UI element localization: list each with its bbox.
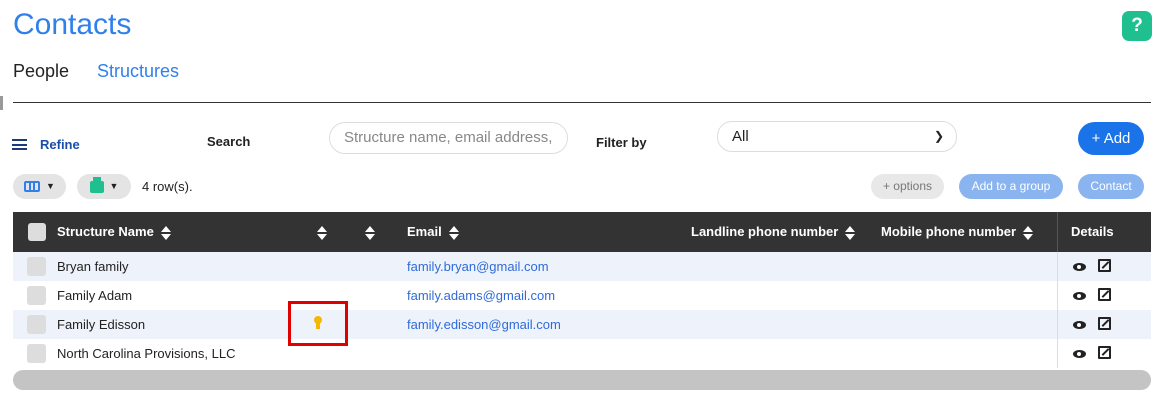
search-input[interactable]: Structure name, email address, [329,122,568,154]
row-checkbox[interactable] [27,315,46,334]
horizontal-scrollbar[interactable] [13,370,1151,390]
edit-icon[interactable] [1098,317,1111,330]
column-divider [1057,281,1058,310]
select-all-checkbox[interactable] [28,223,46,241]
sort-icon[interactable] [844,225,856,240]
column-divider [1057,339,1058,368]
add-button[interactable]: + Add [1078,122,1144,155]
eye-icon[interactable] [1073,321,1086,329]
structure-name[interactable]: Bryan family [57,252,129,281]
eye-icon[interactable] [1073,292,1086,300]
menu-icon[interactable] [12,139,27,150]
page-title: Contacts [13,8,132,41]
row-checkbox[interactable] [27,286,46,305]
table-row[interactable]: North Carolina Provisions, LLC [13,339,1151,368]
sort-icon[interactable] [448,225,460,240]
tab-structures[interactable]: Structures [97,61,179,82]
column-header-sort-3[interactable] [358,212,376,252]
email-link[interactable]: family.adams@gmail.com [407,281,555,310]
row-checkbox[interactable] [27,344,46,363]
row-count: 4 row(s). [142,179,193,194]
filter-select[interactable]: All ❯ [717,121,957,152]
column-header-landline[interactable]: Landline phone number [691,212,856,252]
printer-icon [89,176,104,193]
sort-icon[interactable] [1022,225,1034,240]
resize-handle[interactable] [0,96,3,110]
caret-down-icon: ▼ [46,181,55,191]
table-row[interactable]: Family Edisson family.edisson@gmail.com [13,310,1151,339]
column-divider [1057,310,1058,339]
filter-label: Filter by [596,135,647,150]
filter-value: All [732,128,749,145]
highlight-box [288,301,348,346]
divider [13,102,1151,103]
edit-icon[interactable] [1098,288,1111,301]
table-row[interactable]: Family Adam family.adams@gmail.com [13,281,1151,310]
columns-button[interactable]: ▼ [13,174,66,199]
help-button[interactable]: ? [1122,11,1152,41]
chevron-down-icon: ❯ [933,129,944,143]
tab-people[interactable]: People [13,61,69,82]
structure-name[interactable]: Family Edisson [57,310,145,339]
email-link[interactable]: family.bryan@gmail.com [407,252,549,281]
edit-icon[interactable] [1098,259,1111,272]
column-divider [1057,212,1058,252]
column-header-sort-2[interactable] [310,212,328,252]
column-header-name[interactable]: Structure Name [57,212,172,252]
column-header-email[interactable]: Email [407,212,460,252]
eye-icon[interactable] [1073,263,1086,271]
edit-icon[interactable] [1098,346,1111,359]
row-checkbox[interactable] [27,257,46,276]
email-link[interactable]: family.edisson@gmail.com [407,310,561,339]
structure-name[interactable]: Family Adam [57,281,132,310]
options-button[interactable]: + options [871,174,944,199]
print-button[interactable]: ▼ [77,174,131,199]
refine-button[interactable]: Refine [40,137,80,152]
eye-icon[interactable] [1073,350,1086,358]
structure-name[interactable]: North Carolina Provisions, LLC [57,339,235,368]
columns-icon [24,181,41,193]
sort-icon[interactable] [364,225,376,240]
add-to-group-button[interactable]: Add to a group [959,174,1063,199]
sort-icon[interactable] [316,225,328,240]
column-header-details: Details [1071,224,1114,239]
contact-button[interactable]: Contact [1078,174,1144,199]
search-label: Search [207,134,251,149]
table-row[interactable]: Bryan family family.bryan@gmail.com [13,252,1151,281]
caret-down-icon: ▼ [109,181,119,191]
sort-icon[interactable] [160,225,172,240]
table-header: Structure Name Email Landline phone numb… [13,212,1151,252]
column-divider [1057,252,1058,281]
column-header-mobile[interactable]: Mobile phone number [881,212,1034,252]
